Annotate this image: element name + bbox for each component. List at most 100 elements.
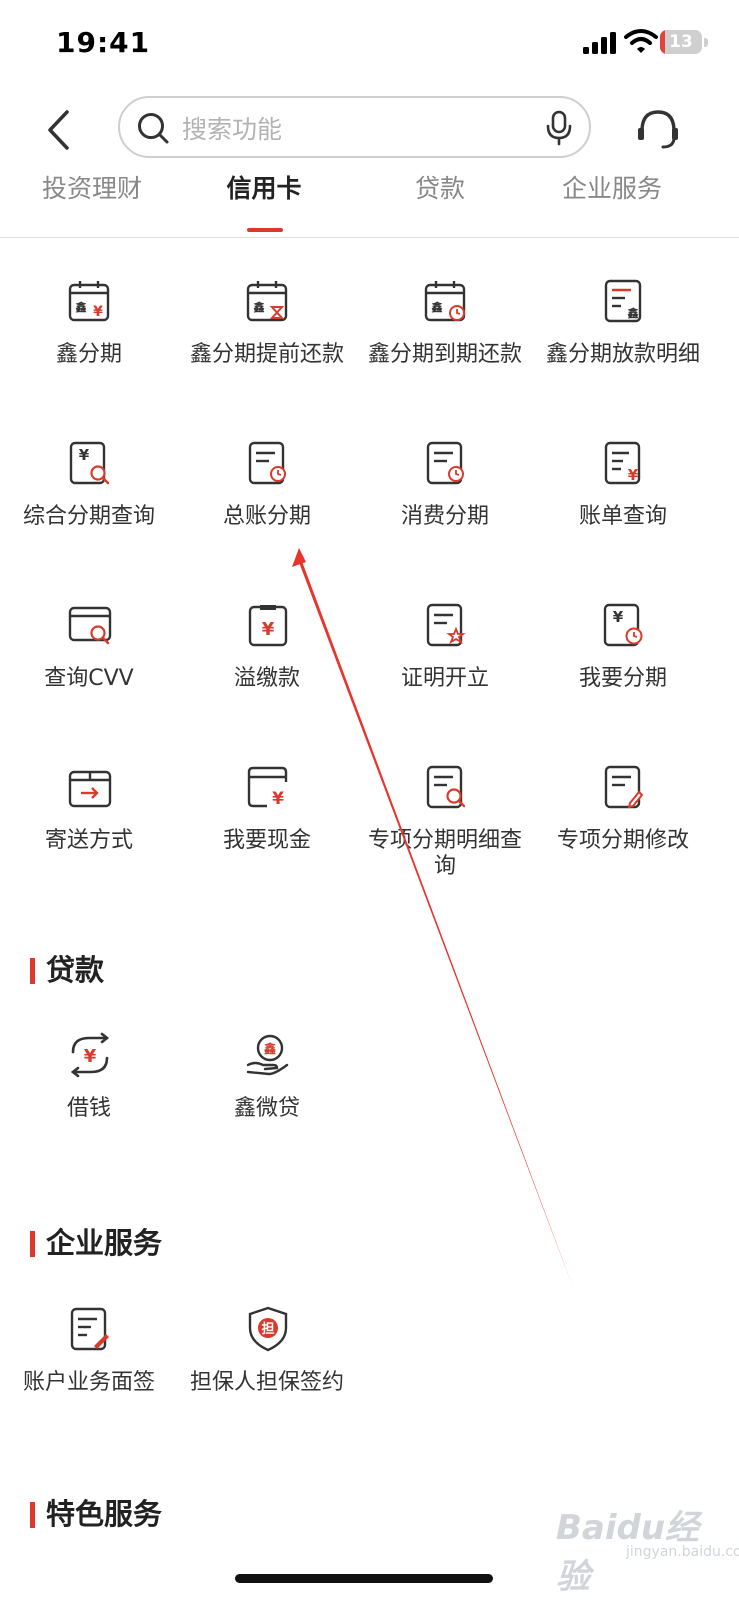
menu-item-label: 证明开立 — [400, 666, 489, 691]
document-search-icon — [426, 765, 466, 809]
status-bar: 19:41 13 — [0, 0, 739, 88]
clipboard-yuan-icon: ¥ — [248, 605, 288, 647]
hand-coin-icon: 鑫 — [246, 1034, 289, 1076]
menu-item-overpayment[interactable]: ¥ 溢缴款 — [178, 602, 356, 752]
search-icon — [138, 113, 169, 144]
search-bar[interactable] — [118, 96, 591, 158]
receipt-search-icon: ¥ — [69, 441, 110, 485]
menu-item-special-installment-modify[interactable]: 专项分期修改 — [534, 764, 712, 914]
document-clock-icon — [248, 441, 286, 485]
exchange-yuan-icon: ¥ — [70, 1032, 110, 1078]
section-accent-bar — [30, 1502, 35, 1528]
menu-item-label: 寄送方式 — [44, 828, 133, 853]
document-clock-icon — [426, 441, 464, 485]
menu-item-label: 担保人担保签约 — [189, 1370, 344, 1395]
back-icon[interactable] — [40, 108, 80, 152]
bill-yuan-icon: ¥ — [604, 441, 641, 485]
menu-item-certificate-issue[interactable]: 证明开立 — [356, 602, 534, 752]
tab-credit-card[interactable]: 信用卡 — [172, 165, 356, 235]
home-indicator — [235, 1574, 493, 1583]
document-list-icon: 鑫 — [604, 279, 642, 323]
search-input[interactable] — [180, 108, 524, 150]
customer-service-icon[interactable] — [633, 104, 683, 154]
menu-item-label: 专项分期明细查询 — [367, 828, 522, 879]
section-title-text: 特色服务 — [46, 1497, 163, 1531]
menu-item-label: 总账分期 — [222, 504, 311, 529]
menu-item-special-installment-detail[interactable]: 专项分期明细查询 — [356, 764, 534, 914]
menu-item-xin-installment[interactable]: 鑫 ¥ 鑫分期 — [0, 278, 178, 428]
svg-text:担: 担 — [261, 1321, 274, 1337]
menu-item-label: 鑫分期放款明细 — [545, 342, 700, 367]
svg-text:¥: ¥ — [613, 608, 624, 626]
menu-item-label: 借钱 — [66, 1096, 111, 1121]
menu-item-borrow-money[interactable]: ¥ 借钱 — [0, 1032, 178, 1182]
menu-item-ledger-installment[interactable]: 总账分期 — [178, 440, 356, 590]
section-accent-bar — [30, 1231, 35, 1257]
menu-item-label: 消费分期 — [400, 504, 489, 529]
svg-text:¥: ¥ — [79, 446, 90, 464]
active-tab-indicator — [247, 228, 283, 232]
svg-text:鑫: 鑫 — [253, 300, 265, 314]
menu-item-installment-query[interactable]: ¥ 综合分期查询 — [0, 440, 178, 590]
menu-item-xin-loan-detail[interactable]: 鑫 鑫分期放款明细 — [534, 278, 712, 428]
menu-item-label: 溢缴款 — [233, 666, 300, 691]
menu-item-account-face-sign[interactable]: 账户业务面签 — [0, 1306, 178, 1456]
tab-enterprise-service[interactable]: 企业服务 — [520, 165, 704, 235]
section-accent-bar — [30, 958, 35, 984]
menu-item-xin-micro-loan[interactable]: 鑫 鑫微贷 — [178, 1032, 356, 1182]
certificate-star-icon — [426, 603, 466, 647]
menu-item-consumer-installment[interactable]: 消费分期 — [356, 440, 534, 590]
category-tabs: 投资理财 信用卡 贷款 企业服务 — [0, 165, 739, 238]
menu-item-bill-query[interactable]: ¥ 账单查询 — [534, 440, 712, 590]
menu-item-xin-due-repayment[interactable]: 鑫 鑫分期到期还款 — [356, 278, 534, 428]
status-time: 19:41 — [56, 26, 151, 59]
guarantee-shield-icon: 担 — [248, 1306, 288, 1352]
menu-item-label: 我要分期 — [578, 666, 667, 691]
svg-text:¥: ¥ — [262, 619, 275, 640]
menu-item-delivery-method[interactable]: 寄送方式 — [0, 764, 178, 914]
tab-loan[interactable]: 贷款 — [348, 165, 532, 235]
card-search-icon — [68, 606, 112, 645]
menu-item-query-cvv[interactable]: 查询CVV — [0, 602, 178, 752]
svg-text:¥: ¥ — [84, 1046, 97, 1067]
menu-item-guarantor-signing[interactable]: 担 担保人担保签约 — [178, 1306, 356, 1456]
menu-item-xin-early-repayment[interactable]: 鑫 鑫分期提前还款 — [178, 278, 356, 428]
calendar-hourglass-icon: 鑫 — [246, 281, 288, 322]
menu-item-label: 鑫微贷 — [233, 1096, 300, 1121]
tab-investment[interactable]: 投资理财 — [0, 165, 184, 235]
menu-item-label: 专项分期修改 — [556, 828, 689, 853]
box-arrow-icon — [68, 770, 112, 808]
document-sign-icon — [70, 1307, 109, 1351]
svg-text:¥: ¥ — [628, 466, 639, 484]
menu-item-cash-withdrawal[interactable]: ¥ 我要现金 — [178, 764, 356, 914]
menu-item-label: 查询CVV — [44, 666, 134, 691]
menu-item-label: 鑫分期 — [55, 342, 122, 367]
svg-text:¥: ¥ — [93, 304, 103, 320]
section-title-text: 贷款 — [46, 953, 105, 987]
svg-text:鑫: 鑫 — [431, 300, 443, 314]
section-title-text: 企业服务 — [46, 1226, 163, 1260]
svg-text:鑫: 鑫 — [627, 306, 639, 320]
microphone-icon[interactable] — [544, 110, 574, 146]
watermark-sub: jingyan.baidu.com — [626, 1544, 739, 1560]
receipt-clock-icon: ¥ — [603, 603, 643, 647]
battery-icon: 13 — [660, 30, 710, 56]
menu-item-apply-installment[interactable]: ¥ 我要分期 — [534, 602, 712, 752]
menu-item-label: 鑫分期到期还款 — [367, 342, 522, 367]
cellular-signal-icon — [583, 32, 616, 54]
svg-text:鑫: 鑫 — [263, 1041, 276, 1056]
document-edit-icon — [604, 765, 644, 809]
svg-text:¥: ¥ — [272, 789, 284, 809]
menu-item-label: 账单查询 — [578, 504, 667, 529]
menu-item-label: 鑫分期提前还款 — [189, 342, 344, 367]
battery-level: 13 — [669, 32, 693, 52]
calendar-yuan-icon: 鑫 ¥ — [68, 281, 110, 322]
wifi-icon — [624, 29, 658, 53]
menu-item-label: 综合分期查询 — [22, 504, 155, 529]
wallet-yuan-icon: ¥ — [247, 766, 288, 809]
calendar-clock-icon: 鑫 — [424, 281, 466, 322]
watermark: Baidu经验 jingyan.baidu.com — [556, 1500, 739, 1597]
svg-text:鑫: 鑫 — [75, 300, 87, 314]
menu-item-label: 我要现金 — [222, 828, 311, 853]
menu-item-label: 账户业务面签 — [22, 1370, 155, 1395]
